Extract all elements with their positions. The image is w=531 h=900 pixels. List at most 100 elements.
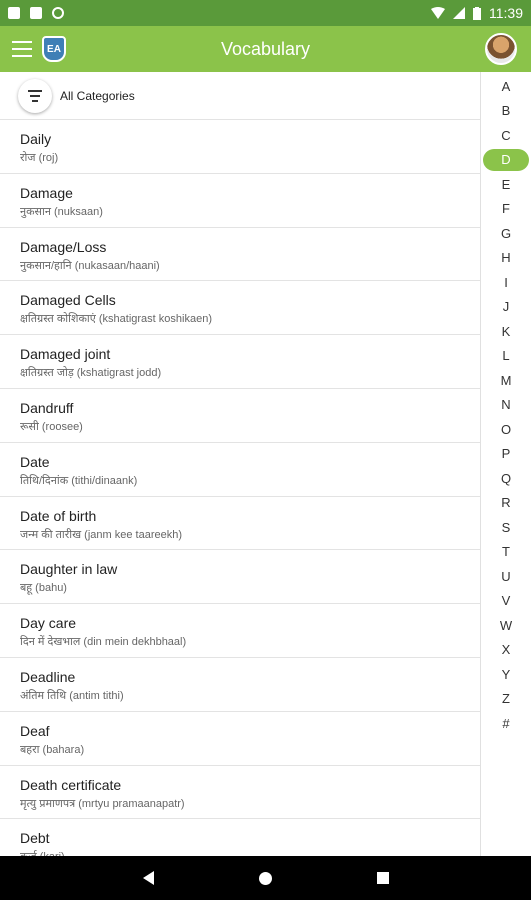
alphabet-letter-label: S: [501, 519, 511, 535]
alphabet-letter-w[interactable]: W: [481, 613, 531, 638]
alphabet-letter-f[interactable]: F: [481, 197, 531, 222]
signal-icon: [453, 7, 465, 19]
alphabet-letter-n[interactable]: N: [481, 393, 531, 418]
avatar[interactable]: [485, 33, 517, 65]
alphabet-letter-hash[interactable]: #: [481, 711, 531, 736]
alphabet-letter-label: H: [501, 250, 511, 266]
vocab-term: Deaf: [20, 722, 50, 739]
notification-icons: [8, 7, 64, 19]
vocabulary-list[interactable]: All Categories Daily रोज (roj) Damage नुकसा…: [0, 72, 480, 856]
alphabet-letter-label: G: [500, 225, 512, 241]
list-item[interactable]: Death certificate मृत्यु प्रमाणपत्र (mrty…: [0, 766, 480, 820]
alphabet-letter-q[interactable]: Q: [481, 466, 531, 491]
vocab-term: Damage/Loss: [20, 238, 107, 255]
list-item[interactable]: Daughter in law बहू (bahu): [0, 550, 480, 605]
vocab-term: Date: [20, 453, 50, 470]
home-icon[interactable]: [258, 871, 272, 885]
alphabet-letter-d[interactable]: D: [481, 148, 531, 173]
vocab-items: Daily रोज (roj) Damage नुकसान (nuksaan) Dama…: [0, 120, 480, 856]
vocab-translation: मृत्यु प्रमाणपत्र (mrtyu pramaanapatr): [20, 797, 185, 810]
alphabet-letter-r[interactable]: R: [481, 491, 531, 516]
alphabet-letter-label: F: [502, 201, 510, 217]
alphabet-letter-label: M: [500, 372, 512, 388]
alphabet-letter-y[interactable]: Y: [481, 662, 531, 687]
alphabet-letter-g[interactable]: G: [481, 221, 531, 246]
alphabet-letter-label: W: [499, 617, 513, 633]
vocab-term: Damage: [20, 184, 73, 201]
vocab-translation: बहरा (bahara): [20, 743, 85, 756]
alphabet-letter-label: U: [501, 568, 511, 584]
list-item[interactable]: Damaged joint क्षतिग्रस्त जोड़ (kshatigra…: [0, 335, 480, 389]
vocab-translation: तिथि/दिनांक (tithi/dinaank): [20, 474, 138, 487]
alphabet-letter-v[interactable]: V: [481, 589, 531, 614]
alphabet-letter-label: R: [501, 495, 511, 511]
filter-icon[interactable]: [18, 78, 52, 113]
battery-icon: [473, 6, 481, 20]
vocab-term: Damaged Cells: [20, 292, 116, 309]
alphabet-index[interactable]: A B C D E F G H I J K L M N O P Q R S T U V W X Y Z #: [480, 72, 531, 856]
list-item[interactable]: Damaged Cells क्षतिग्रस्त कोशिकाएं (kshat…: [0, 281, 480, 336]
alphabet-letter-t[interactable]: T: [481, 540, 531, 565]
alphabet-letter-a[interactable]: A: [481, 74, 531, 99]
alphabet-letter-j[interactable]: J: [481, 295, 531, 320]
list-item[interactable]: Daily रोज (roj): [0, 120, 480, 174]
alphabet-letter-label: B: [501, 103, 511, 119]
vocab-translation: रोज (roj): [20, 152, 59, 164]
list-item[interactable]: Date तिथि/दिनांक (tithi/dinaank): [0, 443, 480, 497]
alphabet-letter-label: D: [483, 148, 529, 171]
vocab-translation: कर्ज (karj): [20, 849, 460, 856]
alphabet-letter-label: K: [501, 323, 511, 339]
vocab-term: Debt: [20, 830, 50, 847]
status-time: 11:39: [489, 5, 523, 21]
list-item[interactable]: Debt कर्ज (karj): [0, 819, 480, 856]
list-item[interactable]: Deadline अंतिम तिथि (antim tithi): [0, 658, 480, 712]
vocab-translation: अंतिम तिथि (antim tithi): [20, 689, 124, 702]
alphabet-letter-label: P: [501, 446, 511, 462]
vocab-translation: नुकसान/हानि (nukasaan/haani): [20, 259, 160, 272]
vocab-translation: जन्म की तारीख (janm kee taareekh): [20, 528, 182, 541]
alphabet-letter-u[interactable]: U: [481, 564, 531, 589]
vocab-translation: क्षतिग्रस्त जोड़ (kshatigrast jodd): [20, 367, 162, 380]
sd-card-icon: [30, 7, 42, 19]
vocab-term: Dandruff: [20, 399, 74, 416]
alphabet-letter-c[interactable]: C: [481, 123, 531, 148]
alphabet-letter-l[interactable]: L: [481, 344, 531, 369]
navigation-bar: [0, 856, 531, 900]
filter-label[interactable]: All Categories: [60, 89, 135, 103]
page-title: Vocabulary: [220, 38, 311, 59]
alphabet-letter-k[interactable]: K: [481, 319, 531, 344]
notification-icon: [8, 7, 20, 19]
alphabet-letter-o[interactable]: O: [481, 417, 531, 442]
list-item[interactable]: Damage/Loss नुकसान/हानि (nukasaan/haani): [0, 228, 480, 282]
list-item[interactable]: Date of birth जन्म की तारीख (janm kee taa…: [0, 497, 480, 551]
alphabet-letter-p[interactable]: P: [481, 442, 531, 467]
app-bar: EA Vocabulary: [0, 26, 531, 72]
alphabet-letter-i[interactable]: I: [481, 270, 531, 295]
category-filter[interactable]: All Categories: [0, 72, 480, 120]
alphabet-letter-label: Q: [500, 470, 512, 486]
vocab-term: Death certificate: [20, 776, 122, 793]
alphabet-letter-x[interactable]: X: [481, 638, 531, 663]
alphabet-letter-b[interactable]: B: [481, 99, 531, 124]
list-item[interactable]: Deaf बहरा (bahara): [0, 712, 480, 766]
vocab-term: Damaged joint: [20, 346, 111, 363]
alphabet-letter-label: E: [501, 176, 511, 192]
status-bar: 11:39: [0, 0, 531, 26]
alphabet-letter-m[interactable]: M: [481, 368, 531, 393]
app-logo[interactable]: EA: [42, 36, 66, 62]
list-item[interactable]: Damage नुकसान (nuksaan): [0, 174, 480, 228]
alphabet-letter-z[interactable]: Z: [481, 687, 531, 712]
alphabet-letter-label: I: [504, 274, 508, 290]
alphabet-letter-h[interactable]: H: [481, 246, 531, 271]
alphabet-letter-label: O: [500, 421, 512, 437]
list-item[interactable]: Dandruff रूसी (roosee): [0, 389, 480, 443]
recent-apps-icon[interactable]: [376, 872, 389, 884]
back-icon[interactable]: [142, 871, 154, 885]
alphabet-letter-e[interactable]: E: [481, 172, 531, 197]
wifi-icon: [431, 7, 445, 19]
alphabet-letter-s[interactable]: S: [481, 515, 531, 540]
vocab-translation: नुकसान (nuksaan): [20, 205, 103, 218]
menu-icon[interactable]: [12, 41, 32, 57]
list-item[interactable]: Day care दिन में देखभाल (din mein dekhbha…: [0, 604, 480, 658]
alphabet-letter-label: Z: [502, 691, 510, 707]
